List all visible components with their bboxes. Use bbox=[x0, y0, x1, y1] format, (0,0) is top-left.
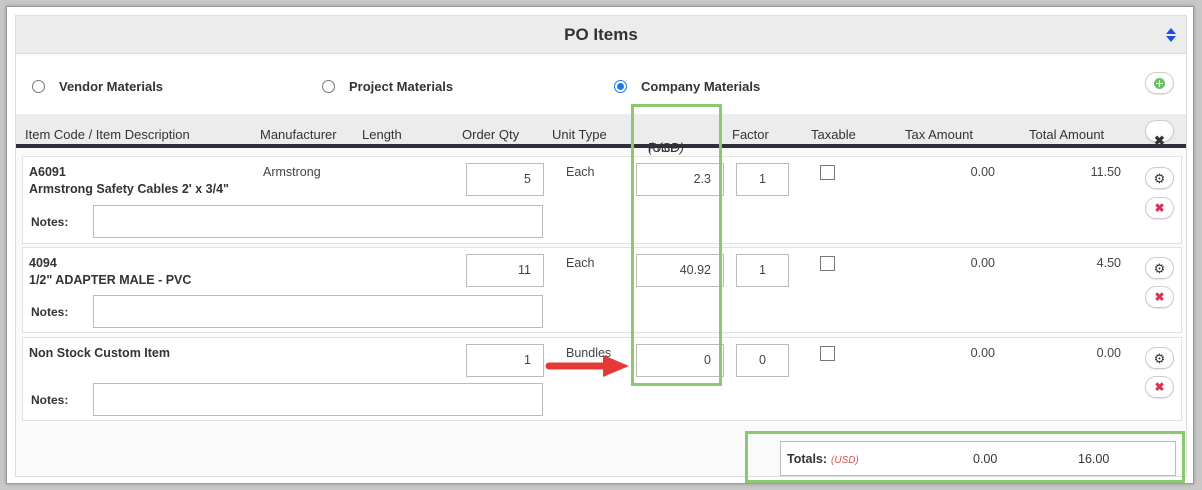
col-manufacturer: Manufacturer bbox=[260, 127, 337, 142]
row-delete-button[interactable]: ✖ bbox=[1145, 286, 1174, 308]
radio-dot[interactable] bbox=[32, 80, 45, 93]
po-items-panel: PO Items Vendor Materials Project Materi… bbox=[15, 15, 1187, 477]
item-description: 1/2" ADAPTER MALE - PVC bbox=[29, 273, 192, 287]
sort-icon[interactable] bbox=[1166, 28, 1176, 42]
item-tax-amount: 0.00 bbox=[970, 256, 995, 270]
item-unit-type: Each bbox=[566, 256, 595, 270]
radio-vendor-materials[interactable]: Vendor Materials bbox=[32, 79, 163, 94]
totals-highlight bbox=[745, 431, 1185, 483]
item-manufacturer: Armstrong bbox=[263, 165, 321, 179]
arrow-icon bbox=[545, 355, 629, 377]
panel-title: PO Items bbox=[564, 25, 638, 44]
add-icon bbox=[1154, 77, 1165, 89]
item-total-amount: 4.50 bbox=[1096, 256, 1121, 270]
add-item-button[interactable] bbox=[1145, 72, 1174, 94]
table-row: A6091 Armstrong Safety Cables 2' x 3/4" … bbox=[22, 156, 1182, 244]
taxable-checkbox[interactable] bbox=[820, 165, 835, 180]
row-settings-button[interactable]: ⚙ bbox=[1145, 167, 1174, 189]
gear-icon: ⚙ bbox=[1153, 260, 1166, 276]
item-tax-amount: 0.00 bbox=[970, 165, 995, 179]
order-qty-input[interactable]: 5 bbox=[466, 163, 544, 196]
item-total-amount: 0.00 bbox=[1096, 346, 1121, 360]
material-source-selector: Vendor Materials Project Materials Compa… bbox=[16, 56, 1186, 114]
col-order-qty: Order Qty bbox=[462, 127, 520, 142]
radio-dot-selected[interactable] bbox=[614, 80, 627, 93]
radio-label: Company Materials bbox=[641, 79, 761, 94]
col-tax-amount: Tax Amount bbox=[905, 127, 973, 142]
item-unit-type: Each bbox=[566, 165, 595, 179]
delete-icon: ✖ bbox=[1154, 290, 1165, 304]
notes-input[interactable] bbox=[93, 383, 543, 416]
order-qty-input[interactable]: 11 bbox=[466, 254, 544, 287]
col-item: Item Code / Item Description bbox=[25, 127, 190, 142]
factor-input[interactable]: 0 bbox=[736, 344, 789, 377]
factor-input[interactable]: 1 bbox=[736, 254, 789, 287]
row-settings-button[interactable]: ⚙ bbox=[1145, 347, 1174, 369]
item-code: 4094 bbox=[29, 256, 57, 270]
gear-icon: ⚙ bbox=[1153, 350, 1166, 366]
table-row: 4094 1/2" ADAPTER MALE - PVC 11 Each 40.… bbox=[22, 247, 1182, 333]
notes-input[interactable] bbox=[93, 295, 543, 328]
notes-label: Notes: bbox=[31, 305, 69, 319]
radio-label: Vendor Materials bbox=[59, 79, 164, 94]
notes-label: Notes: bbox=[31, 215, 69, 229]
item-code: Non Stock Custom Item bbox=[29, 346, 170, 360]
order-qty-input[interactable]: 1 bbox=[466, 344, 544, 377]
clear-all-button[interactable]: ✖ bbox=[1145, 120, 1174, 147]
taxable-checkbox[interactable] bbox=[820, 256, 835, 271]
price-column-highlight bbox=[631, 104, 722, 386]
radio-label: Project Materials bbox=[349, 79, 454, 94]
table-row: Non Stock Custom Item 1 Bundles 0 0 0.00… bbox=[22, 337, 1182, 421]
col-length: Length bbox=[362, 127, 402, 142]
item-code: A6091 bbox=[29, 165, 66, 179]
window-frame: PO Items Vendor Materials Project Materi… bbox=[6, 6, 1194, 484]
column-header-row: Item Code / Item Description Manufacture… bbox=[16, 114, 1186, 155]
radio-project-materials[interactable]: Project Materials bbox=[322, 79, 453, 94]
notes-input[interactable] bbox=[93, 205, 543, 238]
taxable-checkbox[interactable] bbox=[820, 346, 835, 361]
radio-dot[interactable] bbox=[322, 80, 335, 93]
delete-icon: ✖ bbox=[1154, 380, 1165, 394]
panel-header: PO Items bbox=[16, 16, 1186, 54]
col-taxable: Taxable bbox=[811, 127, 856, 142]
col-total-amount: Total Amount bbox=[1029, 127, 1105, 142]
item-total-amount: 11.50 bbox=[1090, 165, 1121, 179]
factor-input[interactable]: 1 bbox=[736, 163, 789, 196]
item-tax-amount: 0.00 bbox=[970, 346, 995, 360]
gear-icon: ⚙ bbox=[1153, 170, 1166, 186]
row-settings-button[interactable]: ⚙ bbox=[1145, 257, 1174, 279]
delete-icon: ✖ bbox=[1154, 201, 1165, 215]
col-unit-type: Unit Type bbox=[552, 127, 607, 142]
row-delete-button[interactable]: ✖ bbox=[1145, 376, 1174, 398]
notes-label: Notes: bbox=[31, 393, 69, 407]
item-description: Armstrong Safety Cables 2' x 3/4" bbox=[29, 182, 229, 196]
radio-company-materials[interactable]: Company Materials bbox=[614, 79, 760, 94]
delete-icon: ✖ bbox=[1154, 133, 1165, 148]
col-factor: Factor bbox=[732, 127, 769, 142]
row-delete-button[interactable]: ✖ bbox=[1145, 197, 1174, 219]
